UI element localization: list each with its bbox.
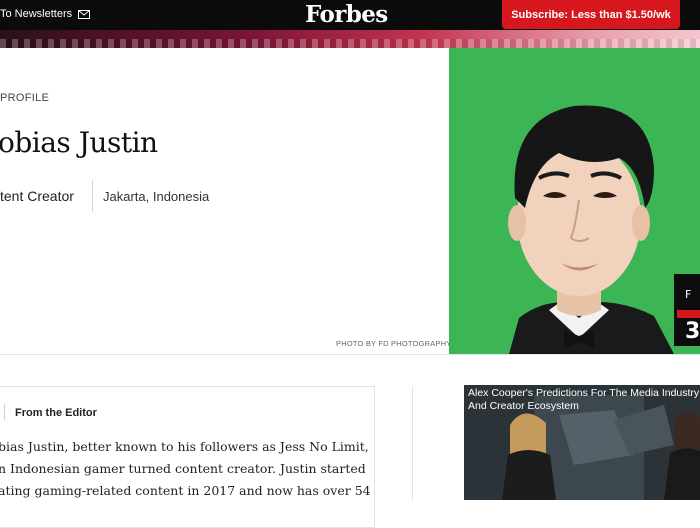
profile-name: obias Justin (0, 126, 158, 159)
svg-text:3: 3 (685, 319, 700, 344)
profile-category: PROFILE (0, 92, 50, 104)
section-divider (0, 354, 700, 355)
from-the-editor-heading: From the Editor (15, 407, 97, 419)
top-navigation-bar: To Newsletters Forbes Subscribe: Less th… (0, 0, 700, 30)
newsletters-label: To Newsletters (0, 8, 73, 20)
decorative-stripe (0, 30, 700, 48)
editor-line: ating gaming-related content in 2017 and… (0, 483, 371, 498)
svg-text:F: F (685, 288, 691, 301)
video-title: Alex Cooper's Predictions For The Media … (468, 387, 700, 412)
editor-line: bias Justin, better known to his followe… (0, 439, 369, 454)
column-divider (412, 386, 413, 500)
profile-role: tent Creator (0, 188, 74, 204)
profile-photo: F 3 (449, 48, 700, 354)
photo-credit: PHOTO BY FD PHOTOGRAPHY (336, 339, 452, 348)
editor-line: n Indonesian gamer turned content creato… (0, 461, 366, 476)
editor-paragraph: bias Justin, better known to his followe… (0, 436, 371, 502)
profile-location: Jakarta, Indonesia (103, 189, 210, 204)
mail-icon (78, 9, 91, 19)
forbes-logo[interactable]: Forbes (305, 1, 388, 28)
role-location-divider (92, 180, 93, 212)
video-card[interactable]: Alex Cooper's Predictions For The Media … (464, 385, 700, 500)
newsletters-link[interactable]: To Newsletters (0, 8, 91, 20)
editor-accent-bar (4, 404, 5, 420)
subscribe-button[interactable]: Subscribe: Less than $1.50/wk (502, 0, 680, 29)
portrait-illustration: F 3 (449, 48, 700, 354)
